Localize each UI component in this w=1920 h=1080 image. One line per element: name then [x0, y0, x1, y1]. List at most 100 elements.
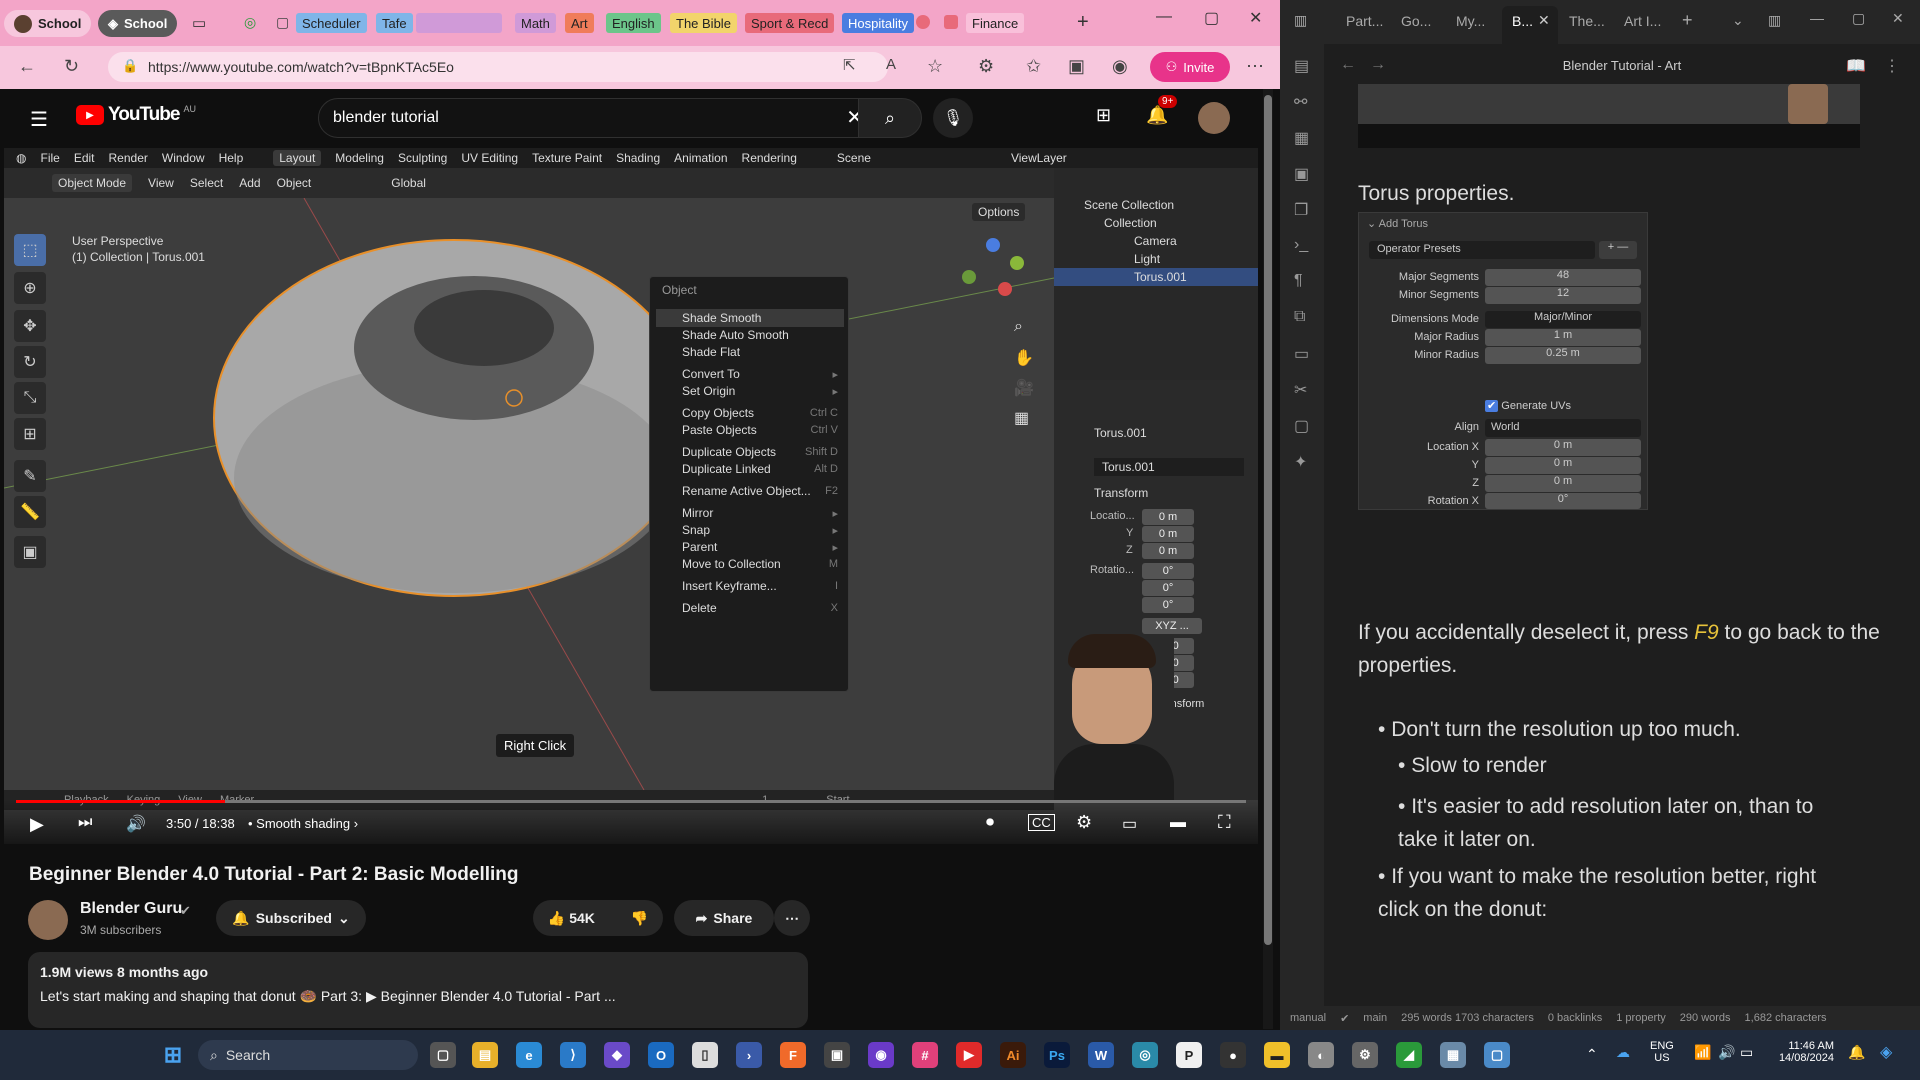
close-icon[interactable]: ✕	[1249, 8, 1262, 28]
select-tool[interactable]: ⬚	[14, 234, 46, 266]
pan-icon[interactable]: ✋	[1014, 348, 1034, 368]
status-mode[interactable]: manual	[1290, 1012, 1326, 1024]
location-y-field[interactable]: 0 m	[1142, 526, 1194, 542]
context-menu-item[interactable]: Set Origin ▸	[656, 382, 844, 400]
workspace-tab[interactable]: Sculpting	[398, 151, 447, 165]
outliner-torus[interactable]: Torus.001	[1134, 270, 1187, 284]
start-icon[interactable]: ⊞	[160, 1042, 186, 1068]
tab-favicon[interactable]	[916, 15, 930, 29]
task-view-icon[interactable]: ▢	[430, 1042, 456, 1068]
workspace-tab[interactable]: Layout	[273, 150, 322, 166]
location-x-field[interactable]: 0 m	[1142, 509, 1194, 525]
reading-view-icon[interactable]: 📖	[1846, 56, 1866, 76]
context-menu-item[interactable]: Shade Auto Smooth	[656, 326, 844, 344]
search-button[interactable]: ⌕	[858, 98, 922, 138]
context-menu-item[interactable]: Shade Flat	[656, 343, 844, 361]
favorite-icon[interactable]: ☆	[927, 56, 943, 77]
tools-icon[interactable]: ✂	[1294, 380, 1307, 400]
obsidian-tab[interactable]: My...	[1456, 13, 1485, 29]
options-button[interactable]: Options	[972, 203, 1026, 221]
preset-add-remove[interactable]: + —	[1599, 241, 1637, 259]
voice-search-button[interactable]: 🎙	[933, 98, 973, 138]
viewlayer-selector[interactable]: ViewLayer	[1011, 151, 1067, 165]
volume-icon[interactable]: 🔊	[126, 814, 146, 834]
photoshop-icon[interactable]: Ps	[1044, 1042, 1070, 1068]
context-menu-item[interactable]: Parent ▸	[656, 538, 844, 556]
subscribed-button[interactable]: 🔔 Subscribed ⌄	[216, 900, 366, 936]
minimize-icon[interactable]: —	[1156, 8, 1172, 26]
play-icon[interactable]: ▶	[30, 814, 44, 835]
collections-icon[interactable]: ▣	[1068, 56, 1085, 77]
autoplay-icon[interactable]: ⏺	[986, 814, 994, 832]
context-menu-item[interactable]: Shade Smooth	[656, 309, 844, 327]
language-indicator[interactable]: ENG US	[1650, 1040, 1674, 1064]
workspace-tab[interactable]: Animation	[674, 151, 727, 165]
tab-hospitality[interactable]: Hospitality	[842, 13, 914, 33]
more-options-icon[interactable]: ⋮	[1884, 56, 1900, 76]
context-menu-item[interactable]: Mirror ▸	[656, 504, 844, 522]
context-menu-item[interactable]: Snap ▸	[656, 521, 844, 539]
minimize-icon[interactable]: —	[1810, 10, 1824, 26]
torus-field-value[interactable]: 48	[1485, 269, 1641, 286]
like-button[interactable]: 👍 54K	[548, 910, 595, 927]
outliner-collection[interactable]: Collection	[1104, 216, 1157, 230]
copy-icon[interactable]: ⧉	[1294, 308, 1305, 326]
zoom-icon[interactable]: ⌕	[1014, 318, 1023, 336]
location-x-field[interactable]: 0 m	[1485, 439, 1641, 456]
tab-the-bible[interactable]: The Bible	[670, 13, 737, 33]
camera-icon[interactable]: 🎥	[1014, 378, 1034, 398]
outliner-light[interactable]: Light	[1134, 252, 1160, 266]
avatar[interactable]	[1198, 102, 1230, 134]
tab-scheduler[interactable]: Scheduler	[296, 13, 367, 33]
rotation-x-field[interactable]: 0°	[1142, 563, 1194, 579]
chevron-up-icon[interactable]: ⌃	[1586, 1046, 1598, 1063]
context-menu-item[interactable]: Convert To ▸	[656, 365, 844, 383]
bell-icon[interactable]: 🔔	[1146, 105, 1168, 126]
tab-actions-icon[interactable]: ▭	[192, 14, 206, 32]
menu-window[interactable]: Window	[162, 151, 205, 165]
theater-icon[interactable]: ▬	[1170, 814, 1186, 832]
torus-field-value[interactable]: 0.25 m	[1485, 347, 1641, 364]
context-menu-item[interactable]: Duplicate Objects Shift D	[656, 443, 844, 461]
menu-view[interactable]: View	[148, 176, 174, 190]
context-menu-item[interactable]: Duplicate Linked Alt D	[656, 460, 844, 478]
youtube-icon[interactable]: ▶	[956, 1042, 982, 1068]
vscode-icon[interactable]: ⟩	[560, 1042, 586, 1068]
annotate-tool[interactable]: ✎	[14, 460, 46, 492]
outliner-camera[interactable]: Camera	[1134, 234, 1177, 248]
illustrator-icon[interactable]: Ai	[1000, 1042, 1026, 1068]
rotate-tool[interactable]: ↻	[14, 346, 46, 378]
new-tab-icon[interactable]: +	[1682, 10, 1693, 31]
chevron-down-icon[interactable]: ⌄	[1732, 12, 1744, 29]
workspace-tab[interactable]: UV Editing	[461, 151, 518, 165]
back-icon[interactable]: ←	[18, 56, 36, 77]
tab-sport[interactable]: Sport & Recd	[745, 13, 835, 33]
clock[interactable]: 11:46 AM 14/08/2024	[1770, 1040, 1834, 1064]
workspace-tab[interactable]: Rendering	[742, 151, 797, 165]
menu-object[interactable]: Object	[277, 176, 312, 190]
rotation-z-field[interactable]: 0°	[1142, 597, 1194, 613]
tab-favicon[interactable]	[944, 15, 958, 29]
taskbar-search[interactable]: ⌕ Search	[198, 1040, 418, 1070]
copilot-icon[interactable]: ◉	[1112, 56, 1128, 77]
context-menu-item[interactable]: Rename Active Object... F2	[656, 482, 844, 500]
tab-finance[interactable]: Finance	[966, 13, 1025, 33]
workspace-button[interactable]: ◈ School	[98, 10, 178, 37]
sidebar-toggle-icon[interactable]: ▥	[1294, 12, 1307, 29]
refresh-icon[interactable]: ↻	[64, 56, 79, 77]
context-menu-item[interactable]: Move to Collection M	[656, 555, 844, 573]
page-scrollbar[interactable]	[1263, 89, 1273, 1029]
location-z-field[interactable]: 0 m	[1485, 475, 1641, 492]
grid-icon[interactable]: ▦	[1014, 408, 1029, 428]
cursor-tool[interactable]: ⊕	[14, 272, 46, 304]
align-dropdown[interactable]: World	[1485, 419, 1641, 437]
menu-select[interactable]: Select	[190, 176, 223, 190]
comment-icon[interactable]: ▢	[1294, 416, 1309, 436]
tab-math[interactable]: Math	[515, 13, 556, 33]
volume-icon[interactable]: 🔊	[1718, 1044, 1735, 1061]
onedrive-icon[interactable]: ☁	[1616, 1044, 1630, 1061]
captions-icon[interactable]: CC	[1028, 814, 1055, 831]
file-explorer-icon[interactable]: ▤	[472, 1042, 498, 1068]
github-icon[interactable]: ◉	[868, 1042, 894, 1068]
extensions-icon[interactable]: ⚙	[978, 56, 994, 77]
